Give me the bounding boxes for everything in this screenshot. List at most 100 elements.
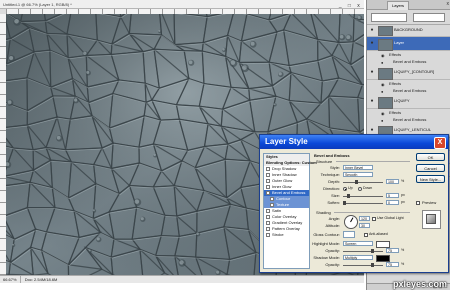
effects-label: Effects — [389, 52, 402, 57]
checkbox[interactable] — [270, 203, 274, 207]
eye-icon[interactable]: ● — [369, 69, 375, 75]
checkbox[interactable] — [266, 185, 270, 189]
style-label: Color Overlay — [272, 214, 297, 219]
gloss-contour-picker[interactable] — [343, 231, 355, 238]
gloss-contour-label: Gloss Contour: — [313, 232, 340, 237]
depth-slider[interactable] — [343, 180, 383, 184]
checkbox[interactable] — [266, 221, 270, 225]
effect-item[interactable]: ● Bevel and Emboss — [367, 87, 450, 94]
layer-name: Layer — [394, 40, 405, 45]
checkbox[interactable] — [266, 227, 270, 231]
styles-list: Styles Blending Options: Custom Drop Sha… — [263, 153, 317, 269]
soften-slider[interactable] — [343, 201, 383, 205]
layer-thumbnail — [378, 97, 393, 109]
checkbox[interactable] — [266, 209, 270, 213]
ok-button[interactable]: OK — [416, 153, 445, 161]
document-title-bar[interactable]: Untitled-1 @ 66.7% (Layer 1, RGB/8) * _ … — [0, 0, 364, 9]
checkbox[interactable] — [266, 191, 270, 195]
style-select[interactable]: Inner Bevel — [343, 165, 373, 170]
size-slider[interactable] — [343, 194, 383, 198]
divider — [334, 212, 410, 213]
document-info[interactable]: Doc: 2.54M/18.6M — [22, 276, 61, 283]
angle-input[interactable]: 120 — [359, 216, 370, 221]
checkbox[interactable] — [270, 197, 274, 201]
effects-label-row[interactable]: ◉ Effects — [367, 51, 450, 58]
preview-checkbox[interactable] — [416, 201, 420, 205]
highlight-opacity-input[interactable]: 75 — [386, 248, 399, 253]
style-label: Outer Glow — [272, 178, 293, 183]
effect-name: Bevel and Emboss — [393, 117, 427, 122]
new-style-button[interactable]: New Style... — [416, 175, 445, 183]
opacity-label: Opacity: — [325, 248, 340, 253]
style-label: Drop Shadow — [272, 166, 297, 171]
anti-aliased-checkbox[interactable] — [364, 233, 368, 237]
layer-name: LIQUIFY_LENTICUL — [394, 127, 432, 132]
opacity-unit: % — [401, 262, 405, 266]
group-title: Bevel and Emboss — [314, 153, 350, 158]
eye-icon[interactable]: ● — [369, 127, 375, 133]
style-label: Contour — [276, 196, 291, 201]
angle-dial[interactable] — [344, 215, 358, 229]
direction-down-label: Down — [363, 186, 373, 190]
highlight-mode-label: Highlight Mode: — [312, 241, 340, 246]
checkbox[interactable] — [266, 173, 270, 177]
eye-icon[interactable]: ● — [369, 27, 375, 33]
dialog-close-icon[interactable]: X — [434, 137, 446, 149]
direction-up-radio[interactable] — [343, 187, 347, 191]
effect-item[interactable]: ● Bevel and Emboss — [367, 116, 450, 123]
eye-icon[interactable]: ● — [369, 40, 375, 46]
layer-row[interactable]: ● LIQUIFY — [367, 95, 450, 109]
shadow-color-swatch[interactable] — [376, 255, 390, 262]
layer-row-selected[interactable]: ● Layer — [367, 37, 450, 51]
eye-icon[interactable]: ● — [381, 59, 383, 66]
global-light-checkbox[interactable] — [372, 217, 376, 221]
style-label: Bevel and Emboss — [272, 190, 306, 195]
blend-mode-select[interactable] — [371, 13, 407, 22]
effects-label-row[interactable]: ◉ Effects — [367, 109, 450, 116]
layer-row[interactable]: ● LIQUIFY_[CONTOUR] — [367, 66, 450, 80]
depth-input[interactable]: 100 — [386, 179, 399, 184]
checkbox[interactable] — [266, 233, 270, 237]
soften-label: Soften: — [327, 200, 340, 205]
altitude-label: Altitude: — [325, 223, 340, 228]
style-label: Style: — [329, 165, 340, 170]
angle-label: Angle: — [328, 216, 340, 221]
panel-close-icon[interactable]: x — [447, 1, 450, 7]
eye-icon[interactable]: ● — [381, 88, 383, 95]
highlight-mode-select[interactable]: Screen — [343, 241, 373, 246]
structure-subtitle: Structure — [316, 159, 333, 164]
checkbox[interactable] — [266, 179, 270, 183]
cancel-button[interactable]: Cancel — [416, 164, 445, 172]
shadow-opacity-input[interactable]: 75 — [386, 262, 399, 267]
preview-label: Preview — [422, 200, 437, 205]
dialog-title-bar[interactable]: Layer Style X — [260, 135, 448, 149]
effects-label-row[interactable]: ◉ Effects — [367, 80, 450, 87]
effect-item[interactable]: ● Bevel and Emboss — [367, 58, 450, 65]
opacity-label: Opacity: — [325, 262, 340, 267]
shadow-opacity-slider[interactable] — [343, 263, 383, 267]
effect-name: Bevel and Emboss — [393, 88, 427, 93]
watermark: pxleyes.com — [392, 279, 447, 289]
shadow-mode-label: Shadow Mode: — [313, 255, 340, 260]
direction-down-radio[interactable] — [358, 187, 362, 191]
layer-thumbnail — [378, 68, 393, 80]
shadow-mode-select[interactable]: Multiply — [343, 255, 373, 260]
style-item-stroke[interactable]: Stroke — [264, 232, 309, 238]
eye-icon[interactable]: ● — [369, 98, 375, 104]
style-label: Inner Shadow — [272, 172, 297, 177]
checkbox[interactable] — [266, 167, 270, 171]
checkbox[interactable] — [266, 215, 270, 219]
technique-select[interactable]: Smooth — [343, 172, 373, 177]
size-input[interactable]: 5 — [386, 193, 399, 198]
opacity-field[interactable] — [413, 13, 445, 22]
zoom-level[interactable]: 66.67% — [0, 276, 21, 283]
highlight-opacity-slider[interactable] — [343, 249, 383, 253]
highlight-color-swatch[interactable] — [376, 241, 390, 248]
effects-label: Effects — [389, 81, 402, 86]
layer-row[interactable]: ● BACKGROUND — [367, 24, 450, 37]
soften-input[interactable]: 0 — [386, 200, 399, 205]
technique-label: Technique: — [320, 172, 340, 177]
eye-icon[interactable]: ● — [381, 117, 383, 124]
altitude-input[interactable]: 30 — [359, 223, 370, 228]
tab-layers[interactable]: Layers — [387, 1, 410, 10]
